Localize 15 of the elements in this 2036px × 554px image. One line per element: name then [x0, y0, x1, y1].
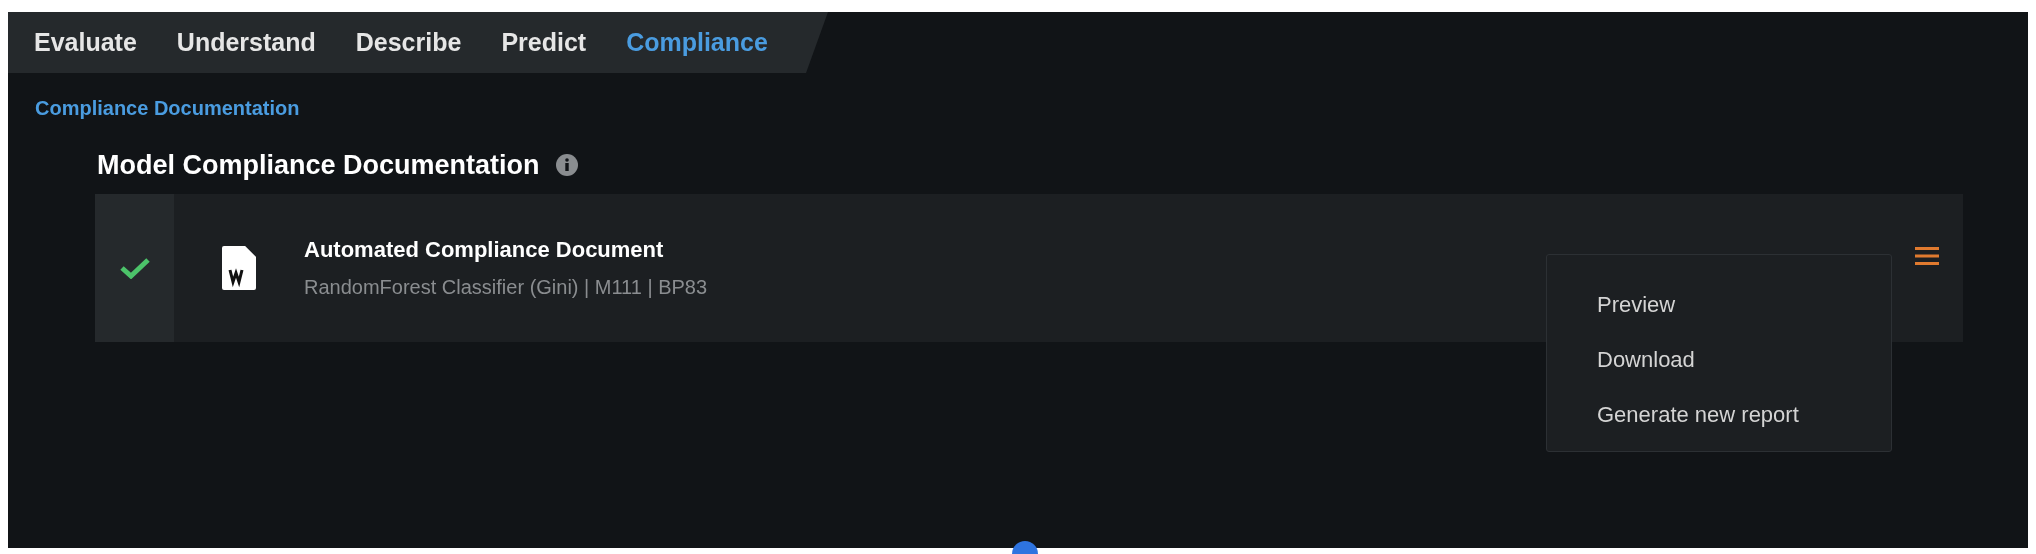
menu-icon[interactable]	[1915, 245, 1939, 266]
tab[interactable]: Evaluate	[34, 23, 137, 62]
menu-item[interactable]: Preview	[1547, 277, 1891, 332]
section-title: Model Compliance Documentation	[97, 149, 540, 182]
document-subtitle: RandomForest Classifier (Gini) | M111 | BP83	[304, 275, 708, 300]
tab[interactable]: Describe	[355, 23, 462, 62]
menu-item[interactable]: Download	[1547, 332, 1891, 387]
word-document-icon	[222, 245, 256, 290]
document-title: Automated Compliance Document	[304, 236, 665, 264]
tab[interactable]: Understand	[176, 23, 316, 62]
breadcrumb-link[interactable]: Compliance Documentation	[8, 73, 2028, 123]
tab[interactable]: Compliance	[626, 23, 768, 62]
menu-item[interactable]: Generate new report	[1547, 387, 1891, 442]
tab[interactable]: Predict	[501, 23, 587, 62]
info-icon[interactable]	[555, 154, 578, 177]
